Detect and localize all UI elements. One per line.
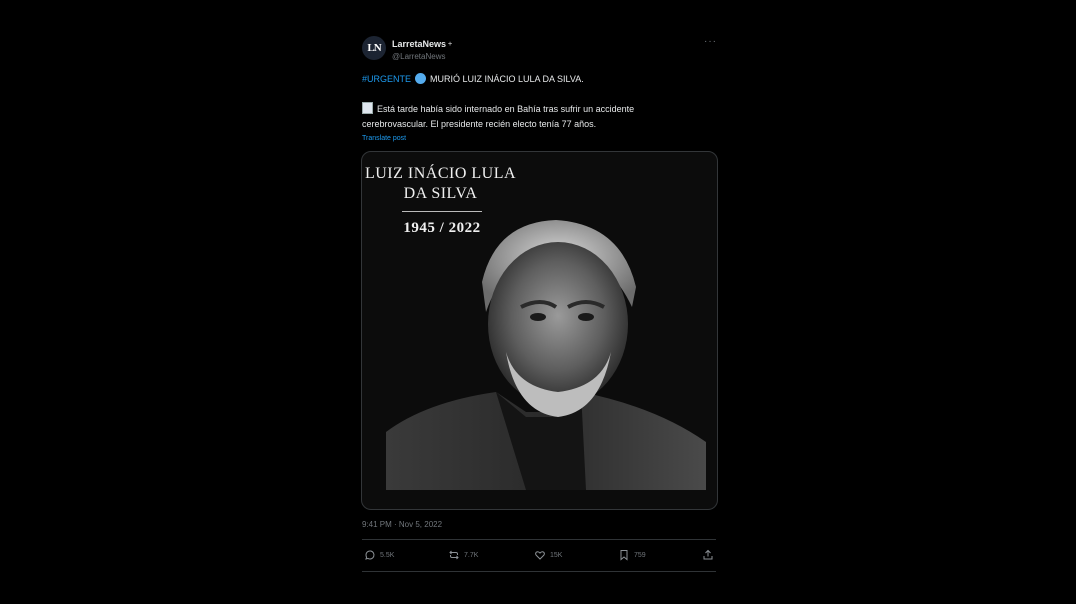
tweet-headline-row: #URGENTE MURIÓ LUIZ INÁCIO LULA DA SILVA… [362, 73, 584, 84]
tweet-body: Está tarde había sido internado en Bahía… [362, 102, 702, 132]
blue-circle-icon [415, 73, 427, 84]
avatar[interactable]: LN [362, 36, 386, 60]
portrait-image [386, 220, 706, 490]
like-count: 15K [550, 551, 563, 559]
more-icon[interactable]: ··· [704, 36, 717, 47]
document-icon [362, 102, 373, 114]
like-button[interactable]: 15K [534, 549, 562, 561]
account-name[interactable]: LarretaNews [392, 39, 446, 49]
tweet-headline: MURIÓ LUIZ INÁCIO LULA DA SILVA. [430, 73, 584, 84]
account-handle[interactable]: @LarretaNews [392, 52, 445, 61]
account-name-row[interactable]: LarretaNews + [392, 39, 452, 49]
reply-button[interactable]: 5.5K [364, 549, 394, 561]
bookmark-count: 759 [634, 551, 646, 559]
hashtag-link[interactable]: #URGENTE [362, 74, 411, 84]
action-bar: 5.5K 7.7K 15K 759 [362, 549, 716, 563]
reply-count: 5.5K [380, 551, 395, 559]
repost-count: 7.7K [464, 551, 479, 559]
verified-icon: + [448, 40, 453, 48]
translate-link[interactable]: Translate post [362, 135, 406, 142]
share-button[interactable] [702, 549, 714, 561]
divider [362, 571, 716, 572]
heart-icon [535, 551, 545, 560]
tweet-image[interactable]: LUIZ INÁCIO LULA DA SILVA 1945 / 2022 [361, 151, 718, 510]
image-title: LUIZ INÁCIO LULA DA SILVA [362, 164, 519, 204]
repost-button[interactable]: 7.7K [448, 549, 478, 561]
bookmark-icon [620, 550, 628, 561]
bookmark-button[interactable]: 759 [618, 549, 646, 561]
share-icon [703, 549, 713, 560]
image-divider [402, 211, 482, 212]
tweet-timestamp[interactable]: 9:41 PM · Nov 5, 2022 [362, 520, 442, 529]
tweet-card: LN LarretaNews + @LarretaNews ··· #URGEN… [356, 30, 718, 578]
image-title-line2: DA SILVA [403, 185, 478, 202]
repost-icon [449, 550, 459, 560]
divider [362, 539, 716, 540]
image-years: 1945 / 2022 [403, 220, 481, 236]
image-title-line1: LUIZ INÁCIO LULA [364, 165, 517, 182]
reply-icon [365, 550, 375, 560]
tweet-body-text: Está tarde había sido internado en Bahía… [362, 104, 635, 129]
